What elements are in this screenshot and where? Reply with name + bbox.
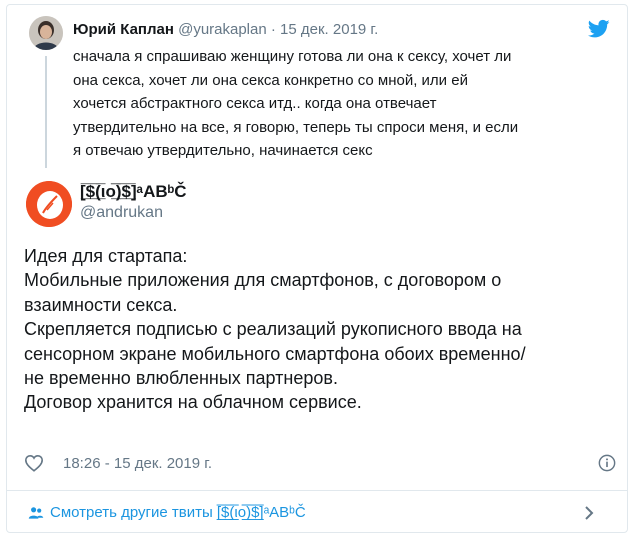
reply-author-name[interactable]: Юрий Каплан xyxy=(73,21,174,38)
reply-text-line: она секса, хочет ли она секса конкретно … xyxy=(73,71,468,89)
people-icon xyxy=(28,507,44,519)
tweet-text-line: взаимности секса. xyxy=(24,294,178,315)
tweet-text: Идея для стартапа: Мобильные приложения … xyxy=(24,244,614,415)
reply-text-line: хочется абстрактного секса итд.. когда о… xyxy=(73,95,437,112)
see-more-tweets-link[interactable]: Смотреть другие твиты [̲̅$̲̅(̲̅ιο̲̅̅)̲̅$… xyxy=(6,491,628,533)
reply-avatar[interactable] xyxy=(29,16,63,50)
tweet-text-line: Идея для стартапа: xyxy=(24,246,188,266)
main-avatar[interactable] xyxy=(26,181,72,227)
tweet-timestamp[interactable]: 18:26 - 15 дек. 2019 г. xyxy=(63,455,212,472)
chevron-right-icon xyxy=(585,506,594,520)
author-handle[interactable]: @andrukan xyxy=(80,204,163,222)
thread-line xyxy=(45,56,47,168)
tweet-text-line: сенсорном экране мобильного смартфона об… xyxy=(24,343,526,364)
info-icon[interactable] xyxy=(598,454,616,472)
tweet-text-line: не временно влюбленных партнеров. xyxy=(24,368,338,389)
author-name[interactable]: [̲̅$̲̅(̲̅ιο̲̅̅)̲̅$̲̅]ᵃABᵇČ xyxy=(80,182,187,202)
reply-date[interactable]: 15 дек. 2019 г. xyxy=(280,21,378,38)
reply-header: Юрий Каплан @yurakaplan · 15 дек. 2019 г… xyxy=(73,21,378,38)
tweet-text-line: Мобильные приложения для смартфонов, с д… xyxy=(24,270,502,291)
reply-text: сначала я спрашиваю женщину готова ли он… xyxy=(73,45,595,163)
reply-text-line: утвердительно на все, я говорю, теперь т… xyxy=(73,118,519,136)
reply-text-line: сначала я спрашиваю женщину готова ли он… xyxy=(73,48,512,65)
twitter-bird-icon[interactable] xyxy=(588,19,610,39)
tweet-text-line: Договор хранится на облачном сервисе. xyxy=(24,392,362,413)
reply-author-handle[interactable]: @yurakaplan xyxy=(178,21,267,38)
reply-separator: · xyxy=(270,21,276,38)
heart-icon[interactable] xyxy=(24,454,44,472)
reply-text-line: я отвечаю утвердительно, начинается секс xyxy=(73,142,373,159)
tweet-text-line: Скрепляется подписью с реализаций рукопи… xyxy=(24,319,522,340)
see-more-tweets-label: Смотреть другие твиты [̲̅$̲̅(̲̅ιο̲̅̅)̲̅$… xyxy=(50,504,306,521)
